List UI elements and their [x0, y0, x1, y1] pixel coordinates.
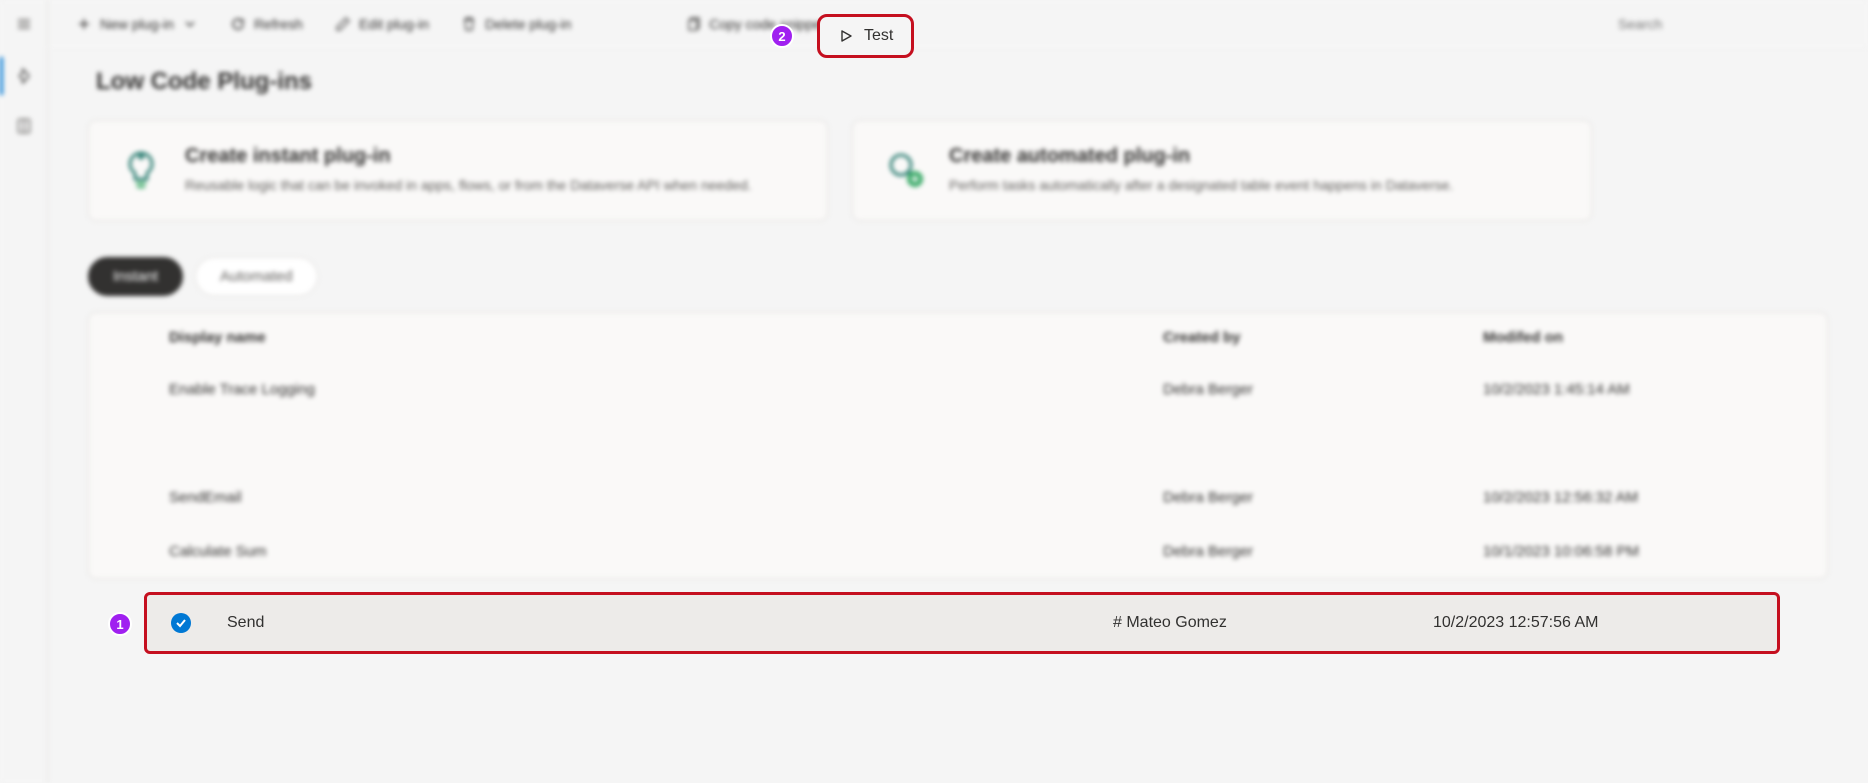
row-modified: 10/1/2023 10:06:58 PM: [1483, 543, 1803, 560]
book-nav-icon[interactable]: [0, 107, 47, 145]
row-name: Enable Trace Logging: [169, 381, 1163, 398]
copy-icon: [685, 16, 701, 32]
refresh-button[interactable]: Refresh: [218, 8, 315, 40]
page-title: Low Code Plug-ins: [96, 68, 1828, 96]
row-created: Debra Berger: [1163, 543, 1483, 560]
row-name: Send: [227, 614, 1113, 632]
selection-check-icon[interactable]: [171, 613, 191, 633]
automated-plugin-icon: [881, 145, 929, 193]
row-created: Debra Berger: [1163, 489, 1483, 506]
copy-label: Copy code snippet: [709, 16, 825, 32]
content-region: Low Code Plug-ins Create instant plug-in…: [48, 48, 1868, 783]
header-created-by[interactable]: Created by: [1163, 329, 1483, 346]
main-content-area: New plug-in Refresh Edit plug-in Delete …: [48, 0, 1868, 783]
filter-tabs: Instant Automated: [88, 257, 1828, 296]
row-modified: 10/2/2023 1:45:14 AM: [1483, 381, 1803, 398]
chevron-down-icon: [182, 16, 198, 32]
plus-icon: [76, 16, 92, 32]
refresh-icon: [230, 16, 246, 32]
instant-card-desc: Reusable logic that can be invoked in ap…: [185, 176, 752, 196]
table-header-row: Display name Created by Modifed on: [89, 313, 1827, 362]
header-display-name[interactable]: Display name: [169, 329, 1163, 346]
tab-automated[interactable]: Automated: [195, 257, 318, 296]
table-row[interactable]: Calculate Sum Debra Berger 10/1/2023 10:…: [89, 524, 1827, 578]
action-cards-row: Create instant plug-in Reusable logic th…: [88, 120, 1828, 221]
header-modified-on[interactable]: Modifed on: [1483, 329, 1803, 346]
delete-plugin-button[interactable]: Delete plug-in: [449, 8, 583, 40]
row-name: SendEmail: [169, 489, 1163, 506]
copy-code-button[interactable]: Copy code snippet: [673, 8, 837, 40]
pencil-icon: [335, 16, 351, 32]
refresh-label: Refresh: [254, 16, 303, 32]
table-row[interactable]: Enable Trace Logging Debra Berger 10/2/2…: [89, 362, 1827, 416]
plugins-table: Display name Created by Modifed on Enabl…: [88, 312, 1828, 579]
create-automated-plugin-card[interactable]: Create automated plug-in Perform tasks a…: [852, 120, 1592, 221]
edit-label: Edit plug-in: [359, 16, 429, 32]
toolbar: New plug-in Refresh Edit plug-in Delete …: [48, 0, 1868, 48]
tab-instant[interactable]: Instant: [88, 257, 183, 296]
test-button[interactable]: Test: [817, 14, 914, 58]
new-plugin-label: New plug-in: [100, 16, 174, 32]
instant-plugin-icon: [117, 145, 165, 193]
create-instant-plugin-card[interactable]: Create instant plug-in Reusable logic th…: [88, 120, 828, 221]
automated-card-desc: Perform tasks automatically after a desi…: [949, 176, 1453, 196]
instant-card-title: Create instant plug-in: [185, 145, 752, 168]
row-name: Calculate Sum: [169, 543, 1163, 560]
edit-plugin-button[interactable]: Edit plug-in: [323, 8, 441, 40]
automated-card-title: Create automated plug-in: [949, 145, 1453, 168]
left-navigation-rail: [0, 0, 48, 783]
trash-icon: [461, 16, 477, 32]
plugins-nav-icon[interactable]: [0, 57, 47, 95]
row-created: # Mateo Gomez: [1113, 614, 1433, 632]
play-icon: [838, 28, 854, 44]
hamburger-menu-icon[interactable]: [8, 8, 40, 45]
search-input[interactable]: [1602, 8, 1852, 40]
test-label: Test: [864, 27, 893, 45]
new-plugin-button[interactable]: New plug-in: [64, 8, 210, 40]
table-row[interactable]: SendEmail Debra Berger 10/2/2023 12:56:3…: [89, 470, 1827, 524]
row-modified: 10/2/2023 12:56:32 AM: [1483, 489, 1803, 506]
table-row-selected[interactable]: Send # Mateo Gomez 10/2/2023 12:57:56 AM: [144, 592, 1780, 654]
row-created: Debra Berger: [1163, 381, 1483, 398]
row-modified: 10/2/2023 12:57:56 AM: [1433, 614, 1753, 632]
delete-label: Delete plug-in: [485, 16, 571, 32]
